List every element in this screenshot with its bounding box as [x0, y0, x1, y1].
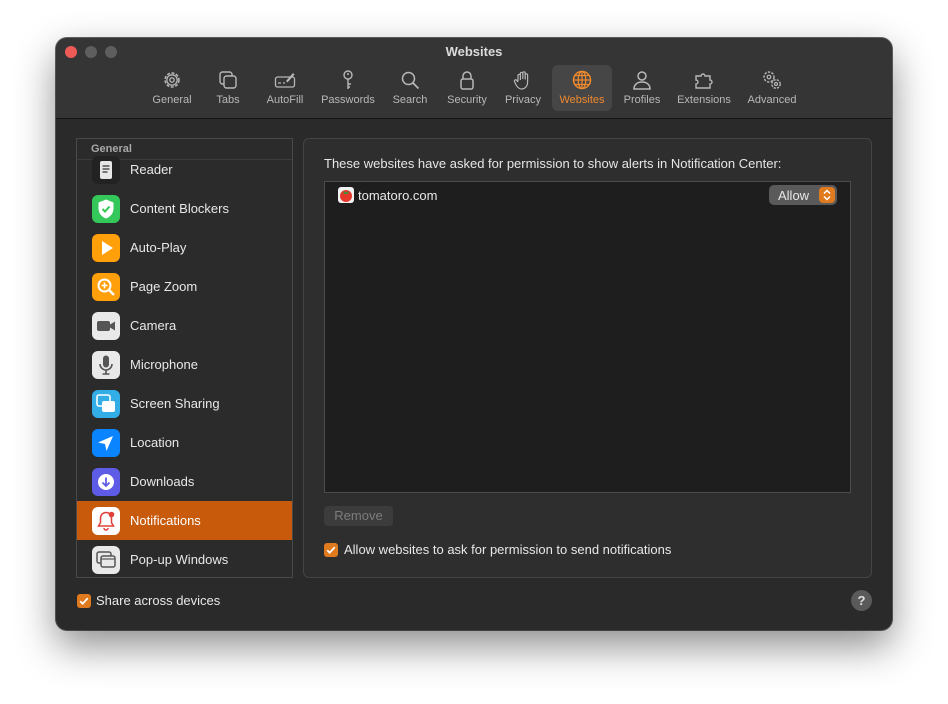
tab-passwords-label: Passwords — [321, 94, 375, 106]
sidebar-item-label: Camera — [130, 318, 177, 333]
sidebar-item-label: Page Zoom — [130, 279, 198, 294]
person-icon — [631, 69, 653, 91]
location-arrow-icon — [92, 429, 120, 457]
tab-autofill-label: AutoFill — [266, 94, 304, 106]
tab-tabs-label: Tabs — [216, 94, 240, 106]
permission-select[interactable]: Allow — [769, 185, 837, 205]
play-icon — [92, 234, 120, 262]
hand-icon — [512, 69, 534, 91]
download-icon — [92, 468, 120, 496]
magnifier-icon — [399, 69, 421, 91]
tab-websites-label: Websites — [559, 94, 605, 106]
sidebar-item-content-blockers[interactable]: Content Blockers — [77, 189, 292, 228]
sidebar-item-page-zoom[interactable]: Page Zoom — [77, 267, 292, 306]
tab-passwords[interactable]: Passwords — [315, 65, 381, 111]
camera-icon — [92, 312, 120, 340]
tab-general-label: General — [152, 94, 192, 106]
panel-description: These websites have asked for permission… — [324, 156, 782, 171]
sidebar-item-label: Downloads — [130, 474, 195, 489]
puzzle-icon — [693, 69, 715, 91]
tab-advanced[interactable]: Advanced — [742, 65, 802, 111]
tab-extensions[interactable]: Extensions — [672, 65, 736, 111]
tab-advanced-label: Advanced — [747, 94, 797, 106]
lock-icon — [456, 69, 478, 91]
website-name: tomatoro.com — [358, 188, 438, 203]
titlebar: Websites General Tabs AutoFill Passwords… — [56, 38, 892, 119]
screen-sharing-icon — [92, 390, 120, 418]
tab-extensions-label: Extensions — [677, 94, 731, 106]
window-title: Websites — [445, 44, 503, 59]
tab-security-label: Security — [447, 94, 487, 106]
key-icon — [337, 69, 359, 91]
share-across-devices-label: Share across devices — [96, 593, 221, 608]
gear-icon — [161, 69, 183, 91]
tab-websites[interactable]: Websites — [552, 65, 612, 111]
sidebar-item-label: Auto-Play — [130, 240, 187, 255]
sidebar-item-pop-up-windows[interactable]: Pop-up Windows — [77, 540, 292, 577]
help-button[interactable]: ? — [851, 590, 872, 611]
website-settings-sidebar[interactable]: General Reader Content Blockers Auto-Pla… — [76, 138, 293, 578]
reader-icon — [92, 156, 120, 184]
sidebar-item-label: Pop-up Windows — [130, 552, 229, 567]
gears-icon — [761, 69, 783, 91]
sidebar-item-label: Content Blockers — [130, 201, 229, 216]
sidebar-item-notifications[interactable]: Notifications — [77, 501, 292, 540]
tab-security[interactable]: Security — [440, 65, 494, 111]
sidebar-item-label: Location — [130, 435, 180, 450]
sidebar-item-screen-sharing[interactable]: Screen Sharing — [77, 384, 292, 423]
tab-profiles[interactable]: Profiles — [617, 65, 667, 111]
permission-value: Allow — [778, 188, 810, 203]
tab-search-label: Search — [392, 94, 428, 106]
notifications-panel: These websites have asked for permission… — [303, 138, 872, 578]
microphone-icon — [92, 351, 120, 379]
chevron-up-down-icon — [819, 187, 835, 203]
remove-button[interactable]: Remove — [324, 506, 393, 526]
tab-privacy[interactable]: Privacy — [499, 65, 547, 111]
zoom-icon — [92, 273, 120, 301]
sidebar-item-microphone[interactable]: Microphone — [77, 345, 292, 384]
tabs-icon — [217, 69, 239, 91]
tab-search[interactable]: Search — [386, 65, 434, 111]
sidebar-item-auto-play[interactable]: Auto-Play — [77, 228, 292, 267]
tomato-favicon-icon — [338, 187, 354, 203]
sidebar-item-camera[interactable]: Camera — [77, 306, 292, 345]
globe-icon — [571, 69, 593, 91]
sidebar-item-label: Reader — [130, 162, 173, 177]
sidebar-item-location[interactable]: Location — [77, 423, 292, 462]
tab-privacy-label: Privacy — [504, 94, 542, 106]
allow-ask-checkbox[interactable] — [324, 543, 338, 557]
websites-list[interactable]: tomatoro.com Allow — [324, 181, 851, 493]
tab-autofill[interactable]: AutoFill — [259, 65, 311, 111]
tab-tabs[interactable]: Tabs — [207, 65, 249, 111]
sidebar-item-label: Notifications — [130, 513, 201, 528]
tab-general[interactable]: General — [147, 65, 197, 111]
sidebar-item-downloads[interactable]: Downloads — [77, 462, 292, 501]
safari-settings-window: Websites General Tabs AutoFill Passwords… — [56, 38, 892, 630]
popup-windows-icon — [92, 546, 120, 574]
share-across-devices-checkbox[interactable] — [77, 594, 91, 608]
shield-check-icon — [92, 195, 120, 223]
allow-ask-label: Allow websites to ask for permission to … — [344, 542, 672, 557]
settings-toolbar: General Tabs AutoFill Passwords Search S… — [56, 65, 892, 111]
sidebar-item-label: Microphone — [130, 357, 198, 372]
website-row[interactable]: tomatoro.com Allow — [325, 182, 850, 208]
sidebar-item-reader[interactable]: Reader — [77, 150, 292, 189]
sidebar-item-label: Screen Sharing — [130, 396, 220, 411]
bell-icon — [92, 507, 120, 535]
autofill-icon — [274, 69, 296, 91]
tab-profiles-label: Profiles — [623, 94, 661, 106]
